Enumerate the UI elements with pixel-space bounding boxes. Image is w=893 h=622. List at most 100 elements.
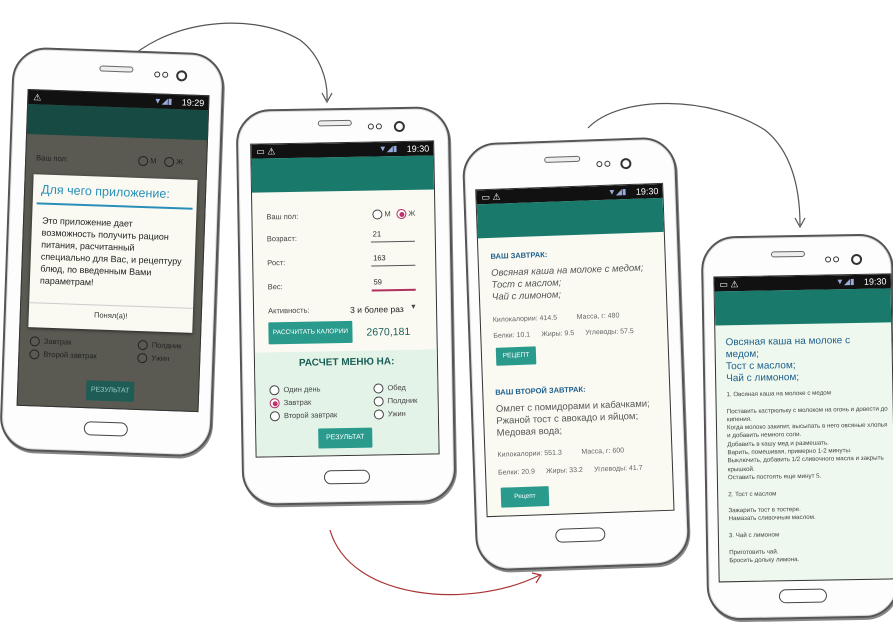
- height-input[interactable]: 163: [373, 253, 386, 262]
- female-label: Ж: [176, 157, 184, 167]
- second-breakfast-heading: ВАШ ВТОРОЙ ЗАВТРАК:: [495, 384, 586, 397]
- dinner-label: Ужин: [387, 408, 406, 419]
- second-breakfast-carbs: Углеводы: 41.7: [593, 464, 643, 474]
- notification-icons: ▭ ⚠: [719, 279, 739, 290]
- result-button[interactable]: РЕЗУЛЬТАТ: [85, 380, 135, 402]
- activity-select[interactable]: 3 и более раз: [350, 304, 404, 315]
- sensor: [596, 160, 603, 168]
- signal-icon: ▼◢▮: [378, 144, 398, 154]
- breakfast-radio[interactable]: [269, 398, 280, 409]
- recipe-heading: Овсяная каша на молоке с медом; Тост с м…: [725, 335, 851, 385]
- warning-icon: ⚠: [33, 92, 42, 103]
- calculate-calories-button[interactable]: РАССЧИТАТЬ КАЛОРИИ: [268, 320, 353, 345]
- male-label: М: [150, 156, 157, 166]
- sensor: [825, 256, 832, 263]
- breakfast-dishes: Овсяная каша на молоке с медом; Тост с м…: [490, 262, 644, 303]
- breakfast-radio[interactable]: [29, 336, 41, 347]
- dinner-label: Ужин: [151, 353, 170, 364]
- status-time: 19:30: [406, 143, 430, 154]
- snack-label: Полдник: [387, 395, 418, 406]
- snack-radio[interactable]: [373, 396, 384, 407]
- phone-3: ▭ ⚠ ▼◢▮ 19:30 ВАШ ЗАВТРАК: Овсяная каша …: [461, 136, 691, 572]
- breakfast-kcal: Килокалории: 414.5: [492, 314, 558, 324]
- home-button[interactable]: [323, 469, 371, 485]
- breakfast-heading: ВАШ ЗАВТРАК:: [490, 249, 548, 261]
- second-breakfast-protein: Белки: 20.9: [497, 468, 536, 477]
- app-bar: [476, 197, 664, 239]
- front-camera: [620, 157, 632, 170]
- breakfast-recipe-button[interactable]: РЕЦЕПТ: [495, 346, 537, 366]
- male-radio[interactable]: [372, 209, 383, 220]
- signal-icon: ▼◢▮: [607, 187, 627, 197]
- front-camera: [393, 120, 405, 133]
- second-breakfast-dishes: Омлет с помидорами и кабачками; Ржаной т…: [495, 398, 650, 439]
- home-button[interactable]: [555, 527, 606, 543]
- home-button[interactable]: [83, 421, 129, 437]
- breakfast-protein: Белки: 10.1: [493, 331, 531, 340]
- one-day-label: Один день: [283, 384, 321, 395]
- screen: ▭ ⚠ ▼◢▮ 19:30 Ваш пол: М Ж Возраст: 21 Р…: [250, 140, 440, 458]
- female-radio[interactable]: [396, 208, 407, 220]
- front-camera: [850, 253, 863, 266]
- sensor: [154, 71, 161, 78]
- snack-radio[interactable]: [137, 339, 148, 351]
- height-label: Рост:: [267, 258, 286, 268]
- second-breakfast-fat: Жиры: 33.2: [545, 466, 583, 476]
- breakfast-fat: Жиры: 9.5: [541, 330, 575, 339]
- weight-label: Вес:: [267, 282, 283, 292]
- second-breakfast-recipe-button[interactable]: Рецепт: [500, 486, 550, 508]
- female-radio[interactable]: [164, 156, 175, 168]
- breakfast-label: Завтрак: [43, 336, 72, 347]
- phone-4: ▭ ⚠ ▼◢▮ 19:30 Овсяная каша на молоке с м…: [700, 233, 893, 621]
- second-breakfast-mass: Масса, г: 600: [581, 447, 625, 456]
- activity-label: Активность:: [267, 305, 310, 316]
- sensor: [162, 71, 169, 78]
- dropdown-arrow-icon[interactable]: ▼: [410, 304, 417, 311]
- snack-label: Полдник: [151, 340, 182, 351]
- female-label: Ж: [408, 208, 416, 218]
- speaker: [770, 250, 806, 258]
- weight-underline: [371, 288, 416, 292]
- dialog-button-divider: [29, 302, 194, 309]
- second-breakfast-label: Второй завтрак: [283, 410, 338, 421]
- menu-heading: РАСЧЕТ МЕНЮ НА:: [298, 356, 395, 369]
- dialog-message: Это приложение дает возможность получить…: [39, 215, 182, 288]
- second-breakfast-radio[interactable]: [29, 349, 40, 360]
- phone-2: ▭ ⚠ ▼◢▮ 19:30 Ваш пол: М Ж Возраст: 21 Р…: [235, 106, 457, 506]
- front-camera: [176, 70, 188, 82]
- result-button[interactable]: РЕЗУЛЬТАТ: [318, 427, 373, 449]
- signal-icon: ▼◢▮: [835, 277, 855, 287]
- male-label: М: [384, 209, 391, 219]
- app-bar: [714, 288, 892, 326]
- lunch-label: Обед: [387, 382, 406, 393]
- screen: ▭ ⚠ ▼◢▮ 19:30 ВАШ ЗАВТРАК: Овсяная каша …: [475, 182, 675, 518]
- breakfast-mass: Масса, г: 480: [576, 312, 620, 321]
- age-label: Возраст:: [266, 233, 298, 244]
- dialog-title: Для чего приложение:: [40, 182, 171, 201]
- phone-1: ⚠ ▼◢▮ 19:29 Ваш пол: М Ж Завтрак Полдник…: [0, 46, 225, 458]
- app-bar: [27, 103, 209, 141]
- male-radio[interactable]: [138, 155, 149, 167]
- home-button[interactable]: [778, 588, 828, 604]
- dialog-title-divider: [36, 202, 193, 210]
- sensor: [375, 123, 382, 130]
- screen: ⚠ ▼◢▮ 19:29 Ваш пол: М Ж Завтрак Полдник…: [16, 88, 210, 413]
- status-time: 19:30: [863, 276, 887, 287]
- status-time: 19:30: [635, 186, 659, 197]
- dinner-radio[interactable]: [137, 352, 148, 364]
- speaker: [317, 119, 352, 127]
- dialog-ok-button[interactable]: Понял(а)!: [29, 308, 193, 323]
- breakfast-label: Завтрак: [283, 397, 312, 408]
- age-underline: [370, 240, 415, 243]
- weight-input[interactable]: 59: [374, 277, 382, 286]
- second-breakfast-kcal: Килокалории: 551.3: [497, 449, 562, 459]
- sensor: [367, 123, 374, 130]
- app-bar: [251, 155, 434, 193]
- status-time: 19:29: [181, 97, 205, 109]
- age-input[interactable]: 21: [373, 229, 381, 238]
- gender-label: Ваш пол:: [266, 211, 299, 222]
- sensor: [604, 160, 611, 167]
- speaker: [544, 155, 581, 163]
- calories-result: 2670,181: [366, 325, 411, 339]
- about-dialog: Для чего приложение: Это приложение дает…: [28, 174, 198, 333]
